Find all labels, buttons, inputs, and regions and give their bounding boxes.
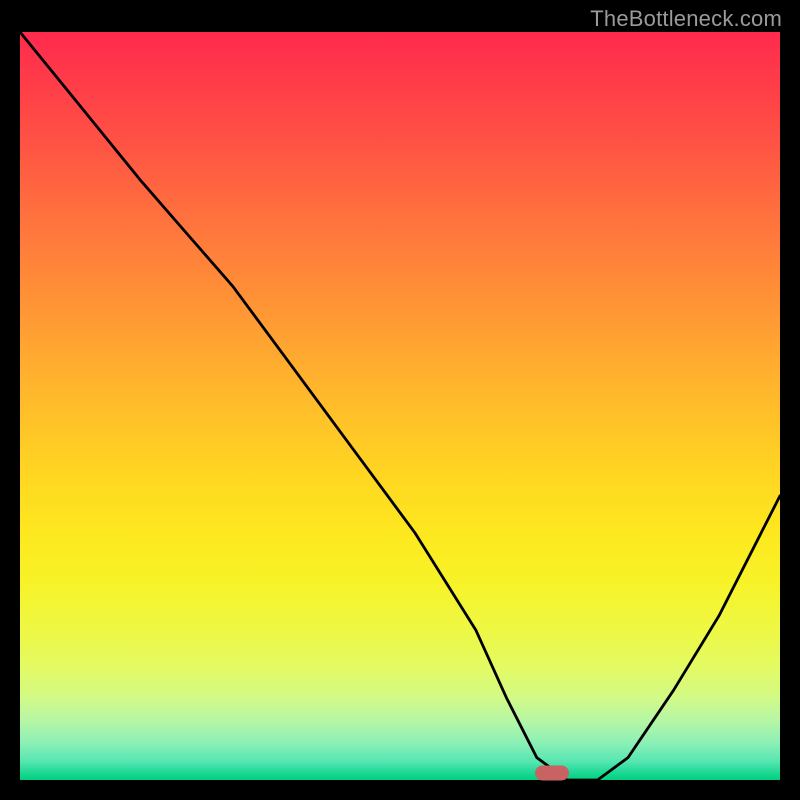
plot-area [20, 32, 780, 780]
bottleneck-curve [20, 32, 780, 780]
watermark-text: TheBottleneck.com [590, 6, 782, 32]
chart-frame: TheBottleneck.com [0, 0, 800, 800]
optimal-marker [535, 766, 569, 781]
curve-path [20, 32, 780, 780]
